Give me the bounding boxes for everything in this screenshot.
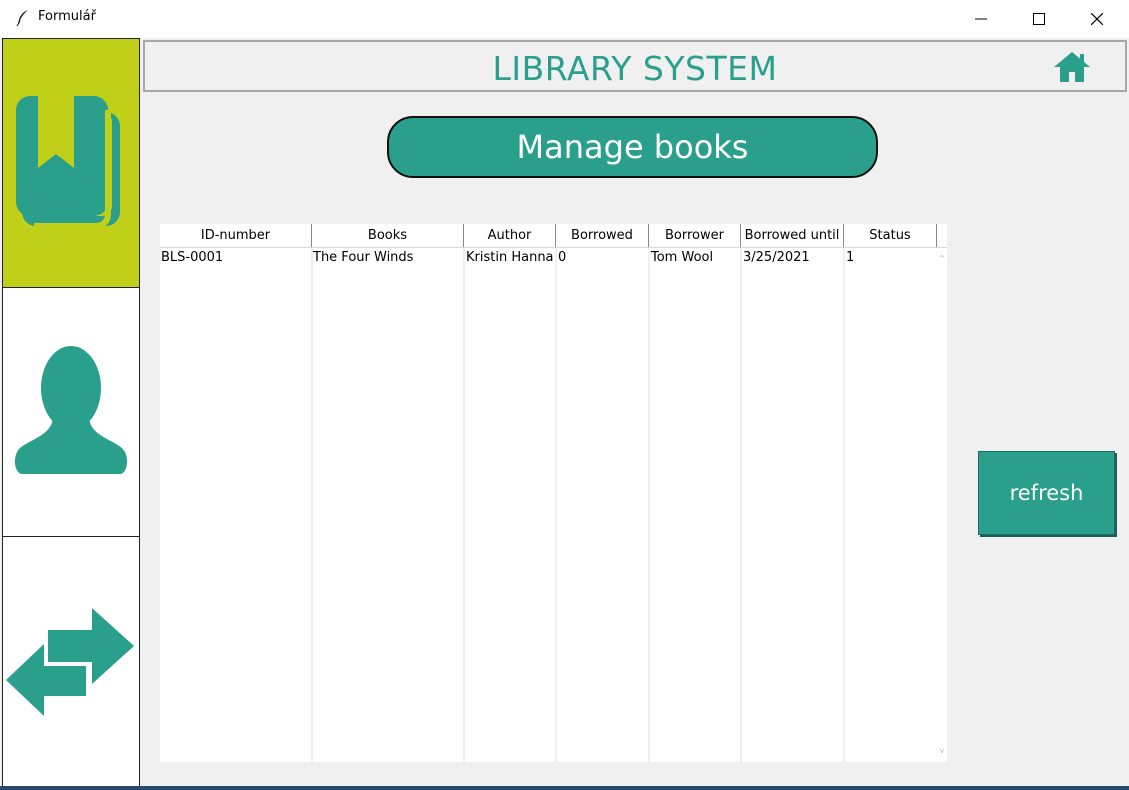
home-icon [1054, 52, 1090, 82]
column-divider [555, 248, 557, 762]
cell-book: The Four Winds [313, 250, 414, 265]
column-header[interactable]: Borrowed [556, 224, 649, 247]
scroll-up-icon[interactable]: ^ [937, 254, 947, 264]
manage-books-button[interactable]: Manage books [387, 116, 878, 178]
column-header[interactable]: Borrower [649, 224, 741, 247]
cell-author: Kristin Hanna [466, 250, 554, 265]
sidebar-item-transfer[interactable] [2, 536, 140, 788]
book-icon [16, 96, 120, 229]
column-header[interactable]: Borrowed until [741, 224, 844, 247]
scroll-down-icon[interactable]: v [937, 746, 947, 756]
window-titlebar: Formulář [0, 0, 1129, 38]
column-header[interactable]: Status [844, 224, 937, 247]
user-icon [14, 346, 128, 474]
swap-arrows-icon [6, 608, 134, 716]
sidebar-item-users[interactable] [2, 287, 140, 537]
column-divider [843, 248, 845, 762]
window-title: Formulář [38, 9, 96, 24]
close-button[interactable] [1068, 0, 1126, 38]
refresh-button[interactable]: refresh [978, 451, 1115, 535]
cell-status: 1 [846, 250, 855, 265]
table-header: ID-number Books Author Borrowed Borrower… [160, 224, 947, 248]
books-table: ID-number Books Author Borrowed Borrower… [160, 224, 947, 762]
column-divider [740, 248, 742, 762]
feather-icon [16, 10, 28, 27]
cell-borrowed: 0 [558, 250, 567, 265]
close-icon [1091, 13, 1103, 25]
column-divider [311, 248, 313, 762]
column-divider [648, 248, 650, 762]
cell-borrower: Tom Wool [651, 250, 714, 265]
column-header[interactable]: ID-number [160, 224, 312, 247]
maximize-icon [1033, 13, 1045, 25]
taskbar-edge [0, 786, 1129, 790]
column-header[interactable]: Books [312, 224, 464, 247]
maximize-button[interactable] [1010, 0, 1068, 38]
home-button[interactable] [1053, 51, 1091, 83]
sidebar-item-books[interactable] [2, 38, 140, 288]
sidebar [2, 38, 140, 788]
page-title: LIBRARY SYSTEM [492, 49, 778, 88]
minimize-button[interactable] [952, 0, 1010, 38]
minimize-icon [975, 18, 987, 20]
header-bar: LIBRARY SYSTEM [143, 40, 1127, 92]
column-header[interactable]: Author [464, 224, 556, 247]
cell-id: BLS-0001 [161, 250, 224, 265]
cell-borrowed-until: 3/25/2021 [743, 250, 810, 265]
column-divider [463, 248, 465, 762]
table-scrollbar[interactable]: ^ v [937, 248, 947, 762]
